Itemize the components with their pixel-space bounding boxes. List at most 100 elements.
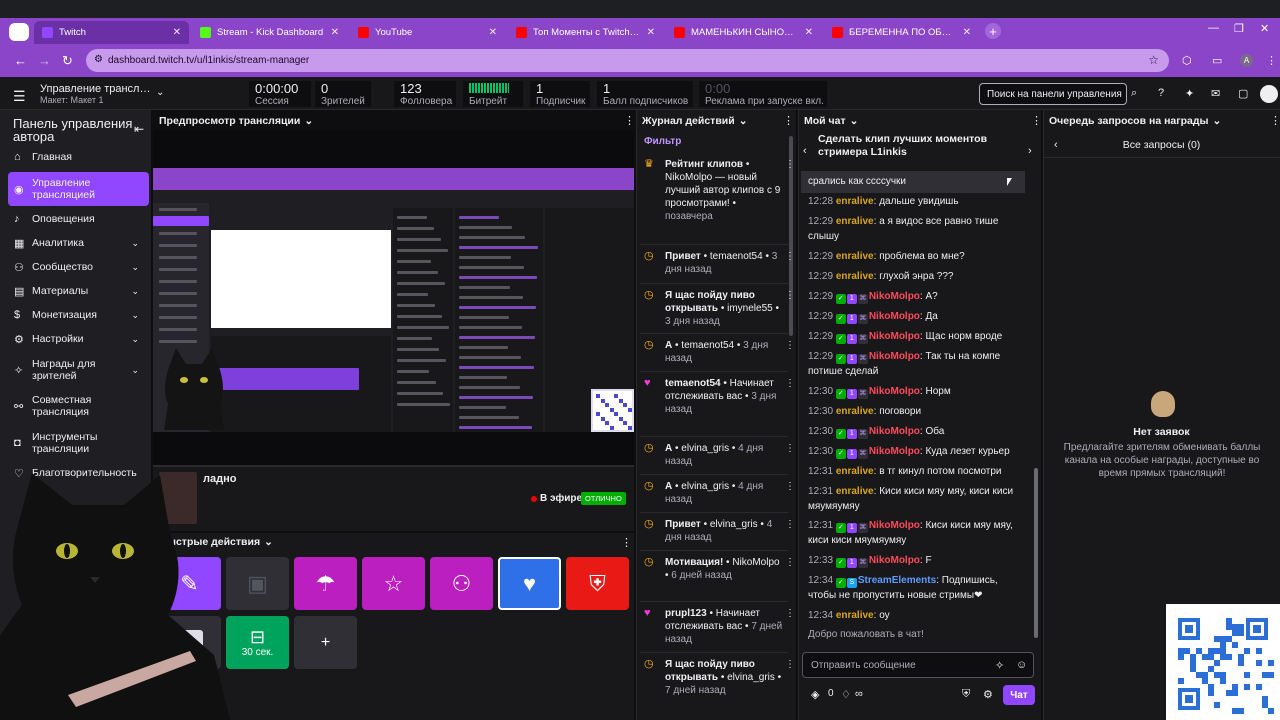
user-avatar[interactable]	[1260, 85, 1278, 103]
sidebar-item-9[interactable]: ⚯ Совместная трансляция	[8, 392, 149, 420]
search-icon[interactable]: ⌕	[1131, 87, 1137, 100]
queue-kebab-icon[interactable]: ⋮	[1270, 114, 1280, 127]
message-author[interactable]: NikoMolpo	[869, 426, 920, 437]
browser-tab-1[interactable]: Stream - Kick Dashboard ✕	[192, 21, 347, 44]
back-icon[interactable]: ←	[14, 53, 27, 68]
activity-kebab-icon[interactable]: ⋮	[785, 251, 795, 262]
reload-icon[interactable]: ↻	[62, 53, 73, 69]
add-action-button[interactable]: +	[294, 616, 357, 669]
minimize-icon[interactable]: —	[1208, 22, 1219, 34]
activity-kebab-icon[interactable]: ⋮	[785, 519, 795, 530]
add-moderator-button[interactable]: ⚇	[430, 557, 493, 610]
layout-title[interactable]: Управление трансляц...	[40, 83, 152, 95]
browser-tab-5[interactable]: БЕРЕМЕННА ПО ОБМАНУ | НС ✕	[824, 21, 979, 44]
browser-tab-4[interactable]: МАМЕНЬКИН СЫНОК | 3 ВЫП ✕	[666, 21, 821, 44]
sidebar-item-2[interactable]: ♪ Оповещения	[8, 210, 149, 228]
chat-message[interactable]: 12:30 ✓ 1 ⌘ NikoMolpo: Норм	[808, 385, 1028, 400]
sidebar-item-11[interactable]: ♡ Благотворительность	[8, 464, 149, 482]
downloads-icon[interactable]: ▭	[1212, 54, 1222, 67]
chat-message[interactable]: 12:29 enralive: а я видос все равно тише…	[808, 215, 1028, 244]
browser-tab-0[interactable]: Twitch ✕	[34, 21, 189, 44]
activity-kebab-icon[interactable]: ⋮	[785, 608, 795, 619]
message-author[interactable]: enralive	[836, 216, 874, 227]
queue-heading[interactable]: Очередь запросов на награды ⌄	[1043, 112, 1221, 130]
preview-heading[interactable]: Предпросмотр трансляции ⌄	[153, 112, 313, 130]
menu-icon[interactable]: ☰	[13, 88, 26, 105]
chat-settings-gear-icon[interactable]: ⚙	[983, 688, 993, 701]
activity-kebab-icon[interactable]: ⋮	[785, 557, 795, 568]
quick-actions-heading[interactable]: ыстрые действия ⌄	[153, 533, 634, 551]
chat-message[interactable]: 12:28 enralive: дальше увидишь	[808, 195, 1028, 210]
chat-heading[interactable]: Мой чат ⌄	[798, 112, 858, 130]
edit-stream-info-button[interactable]: ✎	[158, 557, 221, 610]
message-author[interactable]: enralive	[836, 466, 874, 477]
profile-avatar[interactable]: A	[1240, 54, 1253, 67]
featured-button[interactable]: ☆	[362, 557, 425, 610]
chat-message[interactable]: 12:31 enralive: Киси киси мяу мяу, киси …	[808, 485, 1028, 514]
sidebar-item-1[interactable]: ◉ Управление трансляцией	[8, 172, 149, 206]
sidebar-item-5[interactable]: ▤ Материалы ⌄	[8, 282, 149, 300]
activity-kebab-icon[interactable]: ⋮	[785, 378, 795, 389]
sidebar-item-7[interactable]: ⚙ Настройки ⌄	[8, 330, 149, 348]
message-author[interactable]: StreamElements	[858, 575, 936, 586]
close-tab-icon[interactable]: ✕	[331, 27, 339, 38]
browser-menu-icon[interactable]: ⋮	[1266, 54, 1277, 67]
site-info-icon[interactable]: ⚙	[94, 54, 103, 65]
close-tab-icon[interactable]: ✕	[963, 27, 971, 38]
message-author[interactable]: enralive	[836, 406, 874, 417]
activity-kebab-icon[interactable]: ⋮	[785, 290, 795, 301]
activity-kebab-icon[interactable]: ⋮	[785, 340, 795, 351]
chat-message[interactable]: 12:29 enralive: проблема во мне?	[808, 250, 1028, 265]
message-author[interactable]: NikoMolpo	[869, 291, 920, 302]
follow-only-button[interactable]: ♥	[498, 557, 561, 610]
chevron-down-icon[interactable]: ⌄	[156, 87, 164, 98]
chevron-right-icon[interactable]: ›	[1028, 145, 1032, 157]
shield-mode-button[interactable]: ⛨	[566, 557, 629, 610]
journal-kebab-icon[interactable]: ⋮	[783, 114, 794, 127]
message-author[interactable]: NikoMolpo	[869, 311, 920, 322]
new-tab-button[interactable]: +	[985, 23, 1001, 39]
ad-button[interactable]	[158, 616, 221, 669]
sidebar-item-8[interactable]: ✧ Награды для зрителей ⌄	[8, 356, 149, 384]
chat-kebab-icon[interactable]: ⋮	[1031, 114, 1042, 127]
chat-message[interactable]: 12:34 ✓ S StreamElements: Подпишись, чтобы…	[808, 574, 1028, 603]
message-author[interactable]: enralive	[836, 610, 874, 621]
sidebar-item-6[interactable]: $ Монетизация ⌄	[8, 306, 149, 324]
chat-message[interactable]: 12:34 enralive: оу	[808, 609, 1028, 624]
chat-message[interactable]: 12:30 ✓ 1 ⌘ NikoMolpo: Куда лезет курьер	[808, 445, 1028, 460]
close-tab-icon[interactable]: ✕	[489, 27, 497, 38]
notifications-icon[interactable]: ▢	[1238, 87, 1248, 100]
profile-circle-icon[interactable]	[9, 23, 29, 41]
sparkle-icon[interactable]: ✦	[1185, 87, 1194, 100]
chat-message[interactable]: 12:29 ✓ 1 ⌘ NikoMolpo: Щас норм вроде	[808, 330, 1028, 345]
mail-icon[interactable]: ✉	[1211, 87, 1220, 100]
raid-button[interactable]: ☂	[294, 557, 357, 610]
run-ad-button[interactable]: ⊟ 30 сек.	[226, 616, 289, 669]
quick-actions-kebab-icon[interactable]: ⋮	[621, 536, 632, 549]
message-author[interactable]: NikoMolpo	[869, 386, 920, 397]
sidebar-item-0[interactable]: ⌂ Главная	[8, 148, 149, 166]
message-author[interactable]: enralive	[836, 251, 874, 262]
bits-icon[interactable]: ♢	[841, 688, 851, 701]
browser-tab-3[interactable]: Топ Моменты с Twitch | Конф ✕	[508, 21, 663, 44]
create-clip-button[interactable]: ▣	[226, 557, 289, 610]
sidebar-item-4[interactable]: ⚇ Сообщество ⌄	[8, 258, 149, 276]
filter-button[interactable]: Фильтр	[644, 136, 681, 147]
chat-message[interactable]: 12:33 ✓ 1 ⌘ NikoMolpo: F	[808, 554, 1028, 569]
chat-message[interactable]: 12:29 ✓ 1 ⌘ NikoMolpo: А?	[808, 290, 1028, 305]
chat-message[interactable]: 12:31 ✓ 1 ⌘ NikoMolpo: Киси киси мяу мяу, к…	[808, 519, 1028, 548]
chat-message[interactable]: 12:31 enralive: в тг кинул потом посмотр…	[808, 465, 1028, 480]
message-author[interactable]: NikoMolpo	[869, 446, 920, 457]
close-tab-icon[interactable]: ✕	[647, 27, 655, 38]
close-tab-icon[interactable]: ✕	[805, 27, 813, 38]
shield-icon[interactable]: ⛨	[962, 688, 970, 701]
channel-points-icon[interactable]: ◈	[811, 688, 819, 701]
activity-kebab-icon[interactable]: ⋮	[785, 659, 795, 670]
activity-kebab-icon[interactable]: ⋮	[785, 481, 795, 492]
extensions-icon[interactable]: ⬡	[1182, 54, 1192, 67]
chat-message[interactable]: 12:29 ✓ 1 ⌘ NikoMolpo: Так ты на компе поти…	[808, 350, 1028, 379]
activity-kebab-icon[interactable]: ⋮	[785, 159, 795, 170]
message-author[interactable]: enralive	[836, 271, 874, 282]
close-window-icon[interactable]: ✕	[1260, 22, 1269, 35]
emote-sparkle-icon[interactable]: ✧	[995, 659, 1004, 672]
